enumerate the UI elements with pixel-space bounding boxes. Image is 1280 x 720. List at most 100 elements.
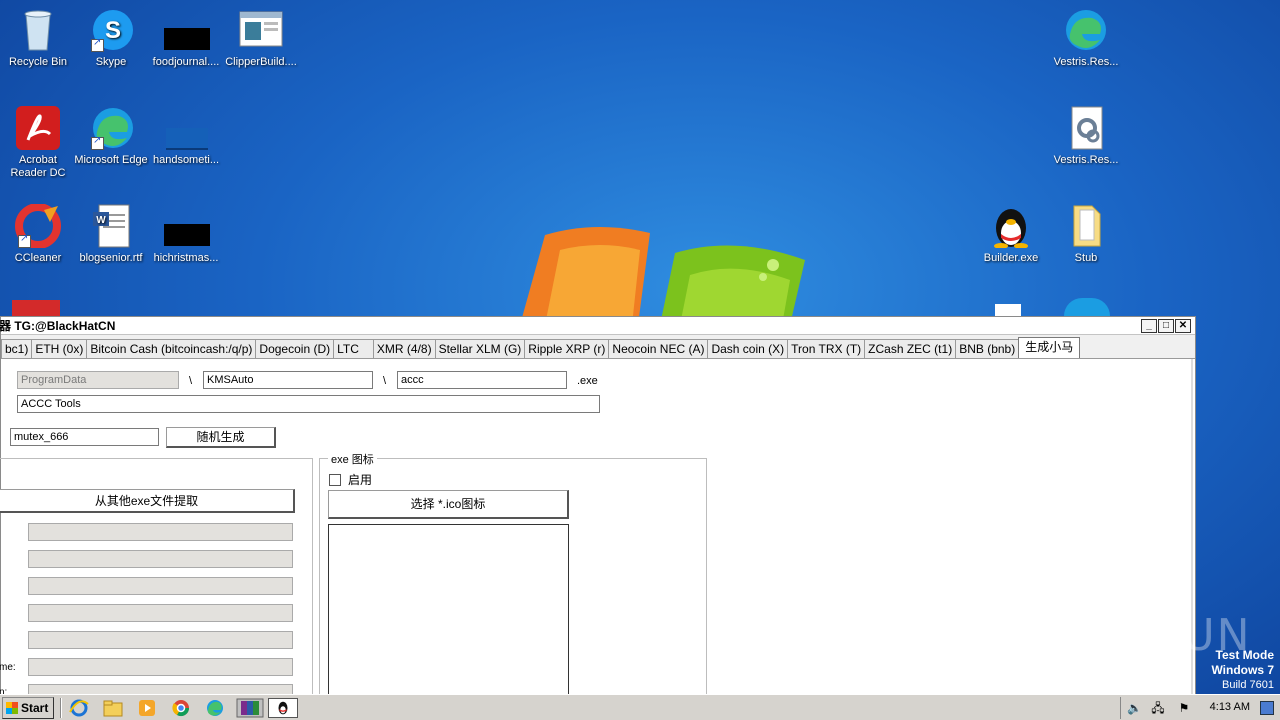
desktop-icon-vestris-2[interactable]: Vestris.Res... bbox=[1048, 106, 1124, 167]
desktop-icon-recycle-bin[interactable]: Recycle Bin bbox=[0, 8, 76, 69]
file-icon bbox=[162, 8, 210, 52]
tab-zcash[interactable]: ZCash ZEC (t1) bbox=[864, 339, 957, 358]
desktop-icon-hichristmas[interactable]: hichristmas... bbox=[148, 204, 224, 265]
desktop-icon-handsometi[interactable]: handsometi... bbox=[148, 106, 224, 167]
show-desktop-icon[interactable] bbox=[1260, 701, 1274, 715]
version-info-field[interactable] bbox=[28, 523, 293, 541]
desktop-icon-vestris-1[interactable]: Vestris.Res... bbox=[1048, 8, 1124, 69]
exe-extension-label: .exe bbox=[577, 375, 598, 387]
version-info-field[interactable] bbox=[28, 604, 293, 622]
exe-name-field[interactable]: accc bbox=[397, 371, 567, 389]
desktop-icon-edge[interactable]: Microsoft Edge bbox=[73, 106, 149, 167]
icon-preview-box bbox=[328, 524, 569, 704]
description-field[interactable]: ACCC Tools bbox=[17, 395, 600, 413]
skype-icon: S bbox=[87, 8, 135, 52]
version-info-field[interactable] bbox=[28, 577, 293, 595]
extract-group: 从其他exe文件提取 me: n: bbox=[0, 458, 313, 708]
word-document-icon: W bbox=[87, 204, 135, 248]
svg-text:W: W bbox=[96, 215, 106, 226]
taskbar: Start 🔈 🖧 ⚑ 4:13 AM bbox=[0, 694, 1280, 720]
partial-label: me: bbox=[0, 662, 16, 673]
tab-stellar[interactable]: Stellar XLM (G) bbox=[434, 339, 526, 358]
desktop-icon-ccleaner[interactable]: CCleaner bbox=[0, 203, 76, 265]
internet-explorer-icon[interactable] bbox=[68, 698, 90, 718]
random-generate-button[interactable]: 随机生成 bbox=[166, 427, 276, 448]
tab-dash[interactable]: Dash coin (X) bbox=[707, 339, 789, 358]
tab-eth[interactable]: ETH (0x) bbox=[31, 339, 88, 358]
enable-icon-checkbox[interactable] bbox=[329, 474, 341, 486]
path-separator: \ bbox=[383, 375, 387, 387]
generate-tab-panel: ProgramData \ KMSAuto \ accc .exe ACCC T… bbox=[0, 358, 1195, 708]
start-label: Start bbox=[21, 701, 49, 715]
desktop-icon-stub[interactable]: Stub bbox=[1048, 204, 1124, 265]
desktop-icon-foodjournal[interactable]: foodjournal.... bbox=[148, 8, 224, 69]
tab-generate[interactable]: 生成小马 bbox=[1018, 337, 1081, 358]
edge-icon bbox=[87, 106, 135, 150]
title-bar: 器 TG:@BlackHatCN _ □ ✕ bbox=[0, 317, 1195, 335]
desktop-icon-blogsenior[interactable]: W blogsenior.rtf bbox=[73, 204, 149, 265]
start-button[interactable]: Start bbox=[2, 697, 54, 719]
tab-xmr[interactable]: XMR (4/8) bbox=[372, 339, 436, 358]
desktop-icon-acrobat[interactable]: Acrobat Reader DC bbox=[0, 106, 76, 180]
tab-tron[interactable]: Tron TRX (T) bbox=[787, 339, 866, 358]
choose-ico-button[interactable]: 选择 *.ico图标 bbox=[328, 490, 569, 519]
recycle-bin-icon bbox=[14, 8, 62, 52]
test-mode-notice: Test Mode Windows 7 Build 7601 bbox=[1211, 648, 1274, 691]
edge-icon bbox=[1062, 8, 1110, 52]
svg-text:S: S bbox=[105, 17, 121, 44]
file-explorer-icon[interactable] bbox=[102, 698, 124, 718]
desktop-icon-skype[interactable]: S Skype bbox=[73, 8, 149, 69]
shortcut-arrow-icon bbox=[91, 37, 104, 52]
settings-file-icon bbox=[1062, 106, 1110, 150]
windows-wallpaper-logo bbox=[520, 226, 805, 325]
edge-icon[interactable] bbox=[204, 698, 226, 718]
file-icon bbox=[162, 106, 210, 150]
tab-bnb[interactable]: BNB (bnb) bbox=[955, 339, 1020, 358]
builder-taskbar-icon[interactable] bbox=[268, 698, 298, 718]
tab-bc1[interactable]: bc1) bbox=[1, 339, 33, 358]
enable-icon-label: 启用 bbox=[348, 473, 373, 487]
shortcut-arrow-icon bbox=[91, 135, 104, 150]
extract-from-exe-button[interactable]: 从其他exe文件提取 bbox=[0, 489, 295, 513]
system-tray: 🔈 🖧 ⚑ 4:13 AM bbox=[1120, 697, 1280, 719]
mutex-field[interactable]: mutex_666 bbox=[10, 428, 159, 446]
minimize-button[interactable]: _ bbox=[1141, 319, 1157, 333]
desktop-icon-clipperbuild[interactable]: ClipperBuild.... bbox=[223, 8, 299, 69]
folder-name-field[interactable]: KMSAuto bbox=[203, 371, 373, 389]
tab-dogecoin[interactable]: Dogecoin (D) bbox=[255, 339, 335, 358]
acrobat-icon bbox=[14, 106, 62, 150]
builder-window: 器 TG:@BlackHatCN _ □ ✕ bc1) ETH (0x) Bit… bbox=[0, 316, 1196, 708]
desktop-icon-builder[interactable]: Builder.exe bbox=[973, 204, 1049, 265]
action-center-flag-icon[interactable]: ⚑ bbox=[1177, 701, 1191, 715]
tab-ltc[interactable]: LTC bbox=[333, 339, 374, 358]
partially-hidden-icon bbox=[995, 304, 1021, 316]
shortcut-arrow-icon bbox=[18, 233, 31, 248]
application-window-icon bbox=[237, 8, 285, 52]
clock[interactable]: 4:13 AM bbox=[1210, 701, 1250, 713]
exe-icon-group-title: exe 图标 bbox=[328, 451, 377, 467]
path-root-field[interactable]: ProgramData bbox=[17, 371, 179, 389]
winrar-icon[interactable] bbox=[236, 698, 264, 718]
partially-hidden-icon bbox=[12, 300, 60, 316]
network-icon[interactable]: 🖧 bbox=[1151, 701, 1165, 715]
tab-strip: bc1) ETH (0x) Bitcoin Cash (bitcoincash:… bbox=[1, 337, 1081, 358]
tab-ripple[interactable]: Ripple XRP (r) bbox=[524, 339, 610, 358]
folder-icon bbox=[1062, 204, 1110, 248]
tab-neocoin[interactable]: Neocoin NEC (A) bbox=[608, 339, 709, 358]
version-info-field[interactable] bbox=[28, 550, 293, 568]
partially-hidden-icon bbox=[1064, 298, 1110, 316]
media-player-icon[interactable] bbox=[136, 698, 158, 718]
close-button[interactable]: ✕ bbox=[1175, 319, 1191, 333]
window-title: 器 TG:@BlackHatCN bbox=[0, 319, 116, 333]
chrome-icon[interactable] bbox=[170, 698, 192, 718]
ccleaner-icon bbox=[14, 203, 62, 249]
tab-bitcoin-cash[interactable]: Bitcoin Cash (bitcoincash:/q/p) bbox=[86, 339, 257, 358]
exe-icon-group: exe 图标 启用 选择 *.ico图标 bbox=[319, 451, 707, 708]
version-info-field[interactable] bbox=[28, 658, 293, 676]
version-info-field[interactable] bbox=[28, 631, 293, 649]
penguin-icon bbox=[987, 204, 1035, 249]
maximize-button[interactable]: □ bbox=[1158, 319, 1174, 333]
volume-icon[interactable]: 🔈 bbox=[1127, 701, 1142, 715]
windows-flag-icon bbox=[6, 702, 18, 714]
file-icon bbox=[162, 204, 210, 248]
